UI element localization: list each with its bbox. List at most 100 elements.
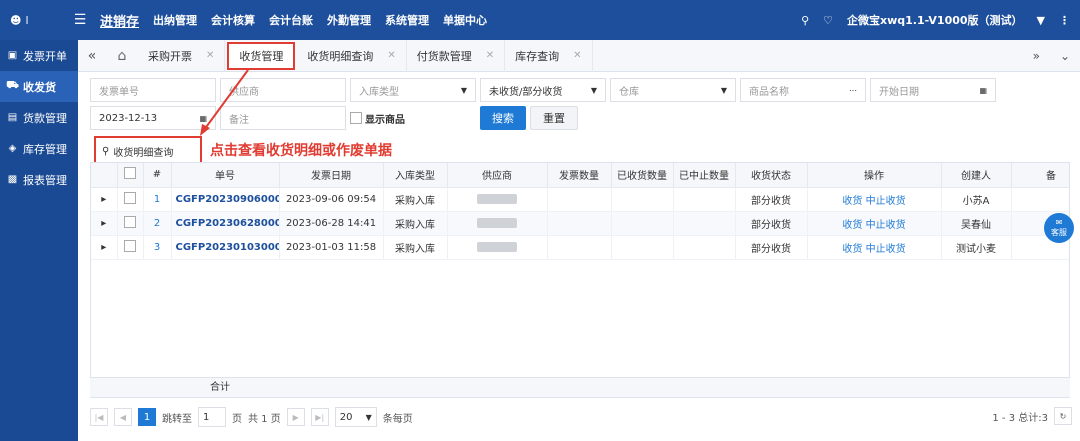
order-code[interactable]: CGFP2023010300001 — [171, 235, 280, 260]
col-invoice-qty: 发票数量 — [547, 163, 612, 188]
product-name-input[interactable]: 商品名称 ⋯ — [740, 78, 866, 102]
receive-status-select[interactable]: 未收货/部分收货 ▼ — [480, 78, 606, 102]
next-page-button[interactable]: ▶ — [286, 408, 305, 426]
tab-receiving[interactable]: 收货管理 — [227, 41, 296, 70]
sidebar-item-label: 库存管理 — [23, 142, 67, 156]
calendar-icon[interactable]: ▦ — [979, 86, 987, 95]
nav-cashier[interactable]: 出纳管理 — [153, 12, 197, 28]
nav-field[interactable]: 外勤管理 — [327, 12, 371, 28]
top-right: ⚲ ♡ 企微宝xwq1.1-V1000版（测试） ▼ ⋮ — [801, 0, 1070, 40]
row-checkbox[interactable] — [124, 191, 136, 204]
home-icon[interactable]: ⌂ — [106, 48, 138, 64]
order-code[interactable]: CGFP2023090600001 — [171, 187, 280, 212]
table-row[interactable]: ▸ 1 CGFP2023090600001 2023-09-06 09:54 采… — [91, 187, 1069, 212]
chevron-down-icon[interactable]: ⌄ — [1060, 49, 1070, 63]
sidebar-item-inventory[interactable]: ◈ 库存管理 — [0, 133, 78, 164]
nav-doc-center[interactable]: 单据中心 — [443, 12, 487, 28]
close-icon[interactable]: ✕ — [206, 50, 214, 61]
tab-receiving-detail[interactable]: 收货明细查询 ✕ — [297, 39, 407, 72]
select-all-checkbox[interactable] — [124, 167, 136, 180]
menu-toggle-icon[interactable]: ☰ — [66, 12, 94, 28]
pager-right: 1 - 3 总计:3 ↻ — [992, 407, 1072, 425]
more-icon[interactable]: ⋮ — [1059, 14, 1070, 27]
receive-link[interactable]: 收货 — [842, 220, 862, 231]
layers-icon: ◈ — [8, 143, 17, 154]
nav-system[interactable]: 系统管理 — [385, 12, 429, 28]
close-icon[interactable]: ✕ — [486, 50, 494, 61]
redacted-supplier — [477, 217, 517, 228]
nav-accounting[interactable]: 会计核算 — [211, 12, 255, 28]
refresh-icon[interactable]: ↻ — [1054, 407, 1072, 425]
sidebar-item-label: 收发货 — [23, 80, 56, 94]
expand-icon[interactable]: ▸ — [91, 211, 118, 236]
table-row[interactable]: ▸ 2 CGFP2023062800001 2023-06-28 14:41 采… — [91, 211, 1069, 236]
stock-type-select[interactable]: 入库类型 ▼ — [350, 78, 476, 102]
user-menu[interactable]: ☻ l — [0, 14, 66, 27]
sidebar-item-payment[interactable]: ▤ 货款管理 — [0, 102, 78, 133]
main-nav: 进销存 出纳管理 会计核算 会计台账 外勤管理 系统管理 单据中心 — [100, 11, 487, 30]
record-summary: 1 - 3 总计:3 — [992, 412, 1048, 424]
search-button[interactable]: 搜索 — [480, 106, 526, 130]
start-date-input[interactable]: 开始日期 ▦ — [870, 78, 996, 102]
double-chevron-left-icon[interactable]: « — [78, 48, 106, 64]
col-creator: 创建人 — [941, 163, 1012, 188]
page-size-select[interactable]: 20 ▼ — [334, 407, 377, 427]
receive-link[interactable]: 收货 — [842, 196, 862, 207]
sidebar-item-shipping[interactable]: ⛟ 收发货 — [0, 71, 78, 102]
nav-ledger[interactable]: 会计台账 — [269, 12, 313, 28]
nav-jxc[interactable]: 进销存 — [100, 11, 139, 30]
expand-icon[interactable]: ▸ — [91, 235, 118, 260]
product-name[interactable]: 企微宝xwq1.1-V1000版（测试） — [847, 12, 1023, 28]
row-checkbox[interactable] — [124, 239, 136, 252]
first-page-button[interactable]: |◀ — [90, 408, 108, 426]
expand-icon[interactable]: ▸ — [91, 187, 118, 212]
user-name: l — [25, 13, 29, 27]
reset-button[interactable]: 重置 — [530, 106, 578, 130]
user-icon: ☻ — [10, 13, 22, 27]
close-icon[interactable]: ✕ — [573, 50, 581, 61]
stop-receive-link[interactable]: 中止收货 — [866, 196, 906, 207]
col-supplier: 供应商 — [447, 163, 548, 188]
table-row[interactable]: ▸ 3 CGFP2023010300001 2023-01-03 11:58 采… — [91, 235, 1069, 260]
customer-service-button[interactable]: ✉ 客服 — [1044, 213, 1074, 243]
checkbox[interactable] — [350, 112, 362, 124]
search-icon: ⚲ — [102, 145, 110, 157]
report-icon: ▩ — [7, 174, 18, 185]
double-chevron-right-icon[interactable]: » — [1033, 49, 1040, 63]
last-page-button[interactable]: ▶| — [310, 408, 329, 426]
sidebar: ▣ 发票开单 ⛟ 收发货 ▤ 货款管理 ◈ 库存管理 ▩ 报表管理 — [0, 40, 78, 441]
chevron-down-icon[interactable]: ▼ — [1037, 14, 1045, 27]
tab-purchase-invoice[interactable]: 采购开票 ✕ — [138, 39, 226, 72]
stop-receive-link[interactable]: 中止收货 — [866, 244, 906, 255]
sidebar-item-label: 货款管理 — [23, 111, 67, 125]
row-checkbox[interactable] — [124, 215, 136, 228]
tab-payment[interactable]: 付货款管理 ✕ — [407, 39, 506, 72]
main-content: « ⌂ 采购开票 ✕ 收货管理 收货明细查询 ✕ 付货款管理 ✕ 库存查询 ✕ » ⌄ … — [78, 39, 1080, 441]
sidebar-item-label: 发票开单 — [23, 49, 67, 63]
page-jump-input[interactable]: 1 — [198, 407, 226, 427]
tab-stock-query[interactable]: 库存查询 ✕ — [505, 39, 593, 72]
sidebar-item-report[interactable]: ▩ 报表管理 — [0, 164, 78, 195]
bell-icon[interactable]: ♡ — [823, 14, 833, 27]
current-page-button[interactable]: 1 — [138, 408, 156, 426]
ellipsis-icon[interactable]: ⋯ — [849, 86, 857, 95]
pagination: |◀ ◀ 1 跳转至 1 页 共 1 页 ▶ ▶| 20 ▼ 条每页 1 - 3 … — [90, 402, 1080, 432]
col-status: 收货状态 — [735, 163, 808, 188]
table-header: # 单号 发票日期 入库类型 供应商 发票数量 已收货数量 已中止数量 收货状态… — [91, 163, 1069, 188]
order-code[interactable]: CGFP2023062800001 — [171, 211, 280, 236]
redacted-supplier — [477, 241, 517, 252]
caret-down-icon: ▼ — [720, 85, 727, 95]
col-stopped-qty: 已中止数量 — [673, 163, 736, 188]
close-icon[interactable]: ✕ — [387, 50, 395, 61]
receive-link[interactable]: 收货 — [842, 244, 862, 255]
top-bar: ☻ l ☰ 进销存 出纳管理 会计核算 会计台账 外勤管理 系统管理 单据中心 … — [0, 0, 1080, 40]
col-received-qty: 已收货数量 — [611, 163, 674, 188]
stop-receive-link[interactable]: 中止收货 — [866, 220, 906, 231]
sidebar-item-invoice[interactable]: ▣ 发票开单 — [0, 40, 78, 71]
warehouse-select[interactable]: 仓库 ▼ — [610, 78, 736, 102]
prev-page-button[interactable]: ◀ — [114, 408, 132, 426]
tab-label: 库存查询 — [515, 49, 560, 63]
tab-label: 采购开票 — [148, 49, 192, 63]
search-icon[interactable]: ⚲ — [801, 14, 809, 27]
show-product-checkbox[interactable]: 显示商品 — [350, 111, 476, 126]
